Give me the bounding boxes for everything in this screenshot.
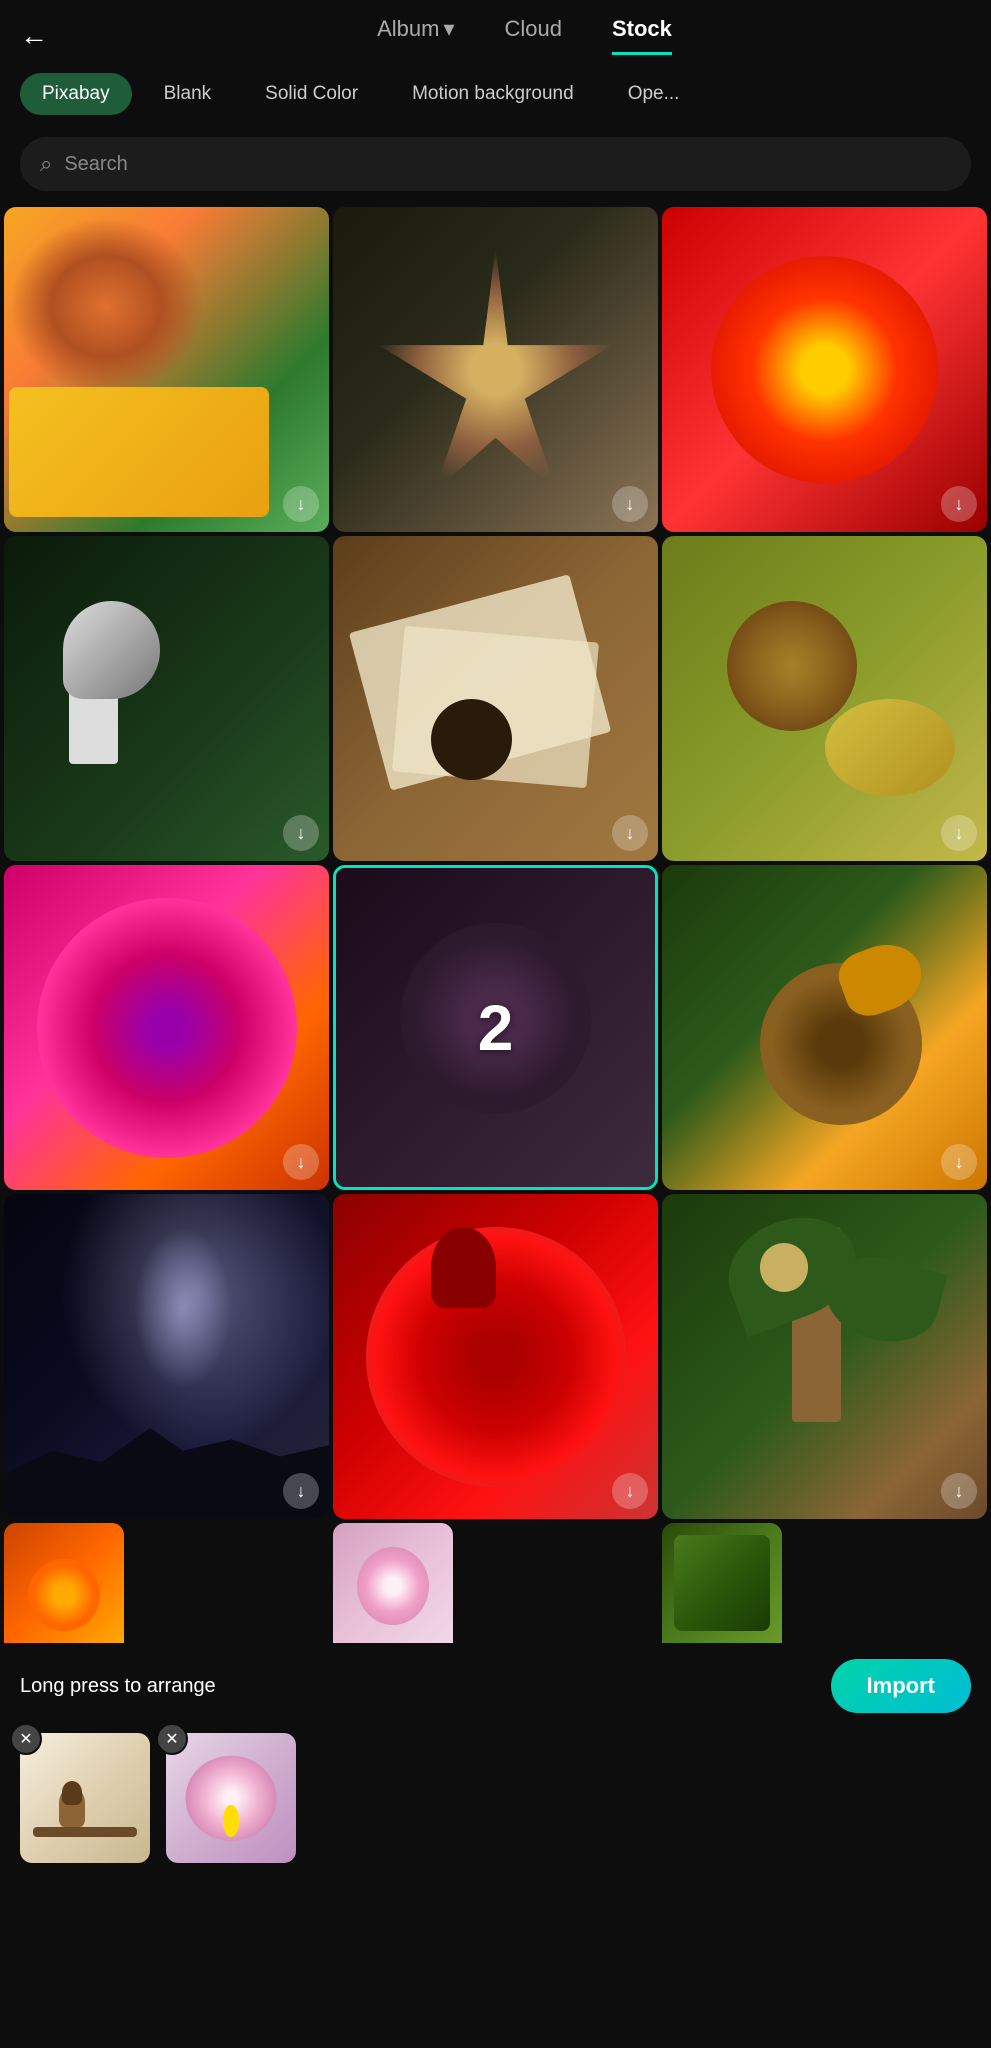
subtab-motion-background[interactable]: Motion background (390, 73, 596, 115)
download-button[interactable]: ↓ (612, 815, 648, 851)
grid-item-heron[interactable]: ↓ (4, 536, 329, 861)
download-button[interactable]: ↓ (283, 1144, 319, 1180)
grid-item-dahlia-pink[interactable]: ↓ (4, 865, 329, 1190)
selected-thumb-1[interactable]: ✕ (20, 1733, 150, 1863)
download-button[interactable]: ↓ (283, 486, 319, 522)
download-button[interactable]: ↓ (941, 1144, 977, 1180)
tab-album[interactable]: Album ▾ (377, 16, 454, 55)
download-button[interactable]: ↓ (612, 1473, 648, 1509)
grid-item-milky-way[interactable]: ↓ (4, 1194, 329, 1519)
back-button[interactable]: ← (20, 20, 48, 52)
header-tabs: Album ▾ Cloud Stock (78, 16, 971, 55)
grid-item-dark-flower[interactable]: 2 (333, 865, 658, 1190)
image-grid: ↓ ↓ ↓ ↓ ↓ ↓ (0, 207, 991, 1643)
grid-item-star-flower[interactable]: ↓ (333, 207, 658, 532)
grid-item-plant[interactable]: ↓ (662, 1194, 987, 1519)
selected-strip: ✕ ✕ (20, 1733, 971, 1883)
selection-badge: 2 (478, 991, 514, 1065)
download-button[interactable]: ↓ (941, 1473, 977, 1509)
grid-item-newspaper[interactable]: ↓ (333, 536, 658, 861)
tab-stock[interactable]: Stock (612, 16, 672, 55)
subtab-pixabay[interactable]: Pixabay (20, 73, 132, 115)
download-button[interactable]: ↓ (612, 486, 648, 522)
grid-item-red-dahlia[interactable]: ↓ (333, 1194, 658, 1519)
remove-thumb-2-button[interactable]: ✕ (156, 1723, 188, 1755)
import-button[interactable]: Import (831, 1659, 971, 1713)
grid-item-bees[interactable]: ↓ (662, 536, 987, 861)
search-bar: ⌕ (20, 137, 971, 191)
grid-item-pink-partial[interactable] (333, 1523, 453, 1643)
long-press-label: Long press to arrange (20, 1675, 216, 1698)
grid-item-butterfly[interactable]: ↓ (4, 207, 329, 532)
download-button[interactable]: ↓ (283, 1473, 319, 1509)
remove-thumb-1-button[interactable]: ✕ (10, 1723, 42, 1755)
download-button[interactable]: ↓ (941, 486, 977, 522)
grid-item-orange-partial[interactable] (4, 1523, 124, 1643)
download-button[interactable]: ↓ (283, 815, 319, 851)
grid-item-green-partial[interactable] (662, 1523, 782, 1643)
bottom-bar: Long press to arrange Import ✕ ✕ (0, 1643, 991, 1899)
header: ← Album ▾ Cloud Stock (0, 0, 991, 55)
search-icon: ⌕ (40, 151, 52, 177)
tab-cloud[interactable]: Cloud (505, 16, 562, 55)
grid-item-bee-sunflower[interactable]: ↓ (662, 865, 987, 1190)
selected-thumb-2[interactable]: ✕ (166, 1733, 296, 1863)
subtab-blank[interactable]: Blank (142, 73, 234, 115)
bottom-action-row: Long press to arrange Import (20, 1659, 971, 1713)
grid-item-red-flower-top[interactable]: ↓ (662, 207, 987, 532)
subtab-opacity[interactable]: Ope... (606, 73, 702, 115)
subtab-solid-color[interactable]: Solid Color (243, 73, 380, 115)
download-button[interactable]: ↓ (941, 815, 977, 851)
sub-tabs: Pixabay Blank Solid Color Motion backgro… (0, 55, 991, 127)
search-input[interactable] (64, 153, 951, 176)
